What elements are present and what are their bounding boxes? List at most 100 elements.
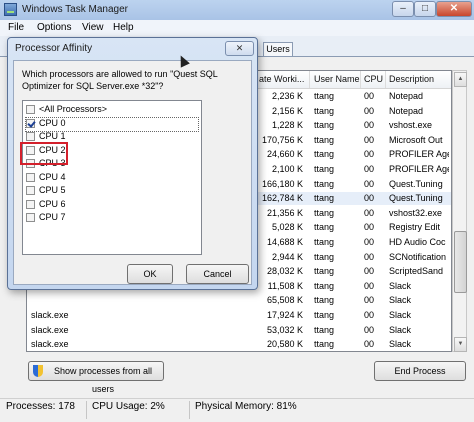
task-manager-icon (4, 3, 17, 16)
memory-cell: 170,756 K (261, 134, 303, 145)
scroll-down-button[interactable]: ▼ (454, 337, 467, 352)
menu-options[interactable]: Options (37, 22, 71, 33)
user-name-cell: ttang (314, 310, 335, 320)
task-manager-window: Windows Task Manager – □ ✕ File Options … (0, 0, 474, 422)
processor-affinity-dialog: Processor Affinity ✕ Which processors ar… (7, 37, 258, 290)
checkbox[interactable] (26, 213, 35, 222)
memory-cell: 2,156 K (271, 105, 303, 116)
cpu-label: CPU 6 (39, 198, 66, 209)
cpu-item[interactable]: CPU 4 (26, 172, 198, 185)
cpu-cell: 00 (364, 237, 375, 247)
checkbox[interactable] (26, 199, 35, 209)
user-name-cell: ttang (314, 105, 335, 116)
checkbox[interactable] (26, 132, 35, 141)
cpu-item[interactable]: CPU 6 (26, 199, 198, 212)
cpu-item[interactable]: CPU 0 (25, 116, 199, 132)
checkbox[interactable] (26, 105, 35, 114)
table-row[interactable]: slack.exe 20,580 K ttang 00 Slack (27, 338, 451, 351)
cpu-cell: 00 (364, 207, 375, 218)
end-process-button[interactable]: End Process (374, 361, 466, 381)
status-divider (189, 401, 190, 419)
tab-users[interactable]: Users (263, 42, 293, 56)
description-cell: Notepad (389, 91, 424, 101)
table-row[interactable]: slack.exe 17,924 K ttang 00 Slack (27, 309, 451, 322)
all-processors-item[interactable]: <All Processors> (26, 104, 198, 117)
description-cell: Quest.Tuning (389, 193, 443, 204)
description-cell: Slack (389, 295, 412, 306)
uac-shield-icon (33, 365, 43, 377)
memory-cell: 2,944 K (271, 251, 303, 262)
column-description[interactable]: Description (389, 74, 434, 84)
cpu-cell: 00 (364, 295, 375, 306)
checkbox[interactable] (26, 118, 35, 128)
process-name-cell: slack.exe (31, 339, 69, 350)
column-divider[interactable] (360, 71, 361, 88)
show-all-users-button[interactable]: Show processes from all users (28, 361, 164, 394)
status-divider (86, 401, 87, 419)
maximize-button[interactable]: □ (414, 1, 436, 17)
table-row[interactable]: slack.exe 53,032 K ttang 00 Slack (27, 324, 451, 337)
title-bar[interactable]: Windows Task Manager – □ ✕ (0, 0, 474, 20)
column-user-name[interactable]: User Name (314, 74, 360, 84)
user-name-cell: ttang (314, 193, 335, 204)
user-name-cell: ttang (314, 178, 335, 189)
checkbox[interactable] (26, 186, 35, 195)
description-cell: PROFILER Age (389, 149, 449, 160)
memory-cell: 14,688 K (266, 237, 303, 247)
processor-checklist[interactable]: <All Processors> CPU 0 CPU 1 CPU 2 CPU 3 CPU … (22, 100, 202, 255)
memory-cell: 162,784 K (261, 193, 303, 204)
menu-view[interactable]: View (82, 22, 104, 33)
memory-cell: 20,580 K (266, 339, 303, 350)
status-processes: Processes: 178 (6, 401, 75, 412)
checkbox[interactable] (26, 172, 35, 182)
user-name-cell: ttang (314, 295, 335, 306)
cpu-cell: 00 (364, 193, 375, 204)
description-cell: Microsoft Out (389, 134, 443, 145)
cpu-cell: 00 (364, 280, 375, 291)
menu-help[interactable]: Help (113, 22, 134, 33)
cpu-item[interactable]: CPU 7 (26, 212, 198, 225)
window-title: Windows Task Manager (22, 4, 128, 15)
user-name-cell: ttang (314, 280, 335, 291)
description-cell: HD Audio Coc (389, 237, 446, 247)
cpu-cell: 00 (364, 164, 375, 174)
cpu-item[interactable]: CPU 5 (26, 185, 198, 198)
description-cell: PROFILER Age (389, 164, 449, 174)
menu-file[interactable]: File (8, 22, 24, 33)
cpu-cell: 00 (364, 134, 375, 145)
user-name-cell: ttang (314, 251, 335, 262)
cpu-label: CPU 4 (39, 171, 66, 182)
memory-cell: 1,228 K (271, 120, 303, 131)
column-memory[interactable]: ate Worki... (259, 74, 304, 84)
status-physical-memory: Physical Memory: 81% (195, 401, 297, 412)
ok-button[interactable]: OK (127, 264, 173, 284)
cpu-cell: 00 (364, 105, 375, 116)
column-divider[interactable] (385, 71, 386, 88)
cpu-cell: 00 (364, 178, 375, 189)
column-cpu[interactable]: CPU (364, 74, 383, 84)
user-name-cell: ttang (314, 266, 335, 277)
close-button[interactable]: ✕ (436, 1, 472, 17)
column-divider[interactable] (309, 71, 310, 88)
cancel-button[interactable]: Cancel (186, 264, 249, 284)
memory-cell: 28,032 K (266, 266, 303, 277)
memory-cell: 2,100 K (271, 164, 303, 174)
user-name-cell: ttang (314, 149, 335, 160)
description-cell: Slack (389, 310, 412, 320)
dialog-close-button[interactable]: ✕ (225, 41, 254, 56)
minimize-button[interactable]: – (392, 1, 414, 17)
memory-cell: 166,180 K (261, 178, 303, 189)
scroll-up-button[interactable]: ▲ (454, 72, 467, 87)
status-cpu-usage: CPU Usage: 2% (92, 401, 165, 412)
cpu-cell: 00 (364, 324, 375, 335)
cpu-cell: 00 (364, 339, 375, 350)
cpu-cell: 00 (364, 91, 375, 101)
status-bar: Processes: 178 CPU Usage: 2% Physical Me… (0, 398, 474, 422)
user-name-cell: ttang (314, 222, 335, 233)
vertical-scrollbar[interactable]: ▲ ▼ (452, 70, 467, 352)
table-row[interactable]: 65,508 K ttang 00 Slack (27, 294, 451, 307)
memory-cell: 17,924 K (266, 310, 303, 320)
scroll-thumb[interactable] (454, 231, 467, 293)
cpu-cell: 00 (364, 266, 375, 277)
memory-cell: 65,508 K (266, 295, 303, 306)
